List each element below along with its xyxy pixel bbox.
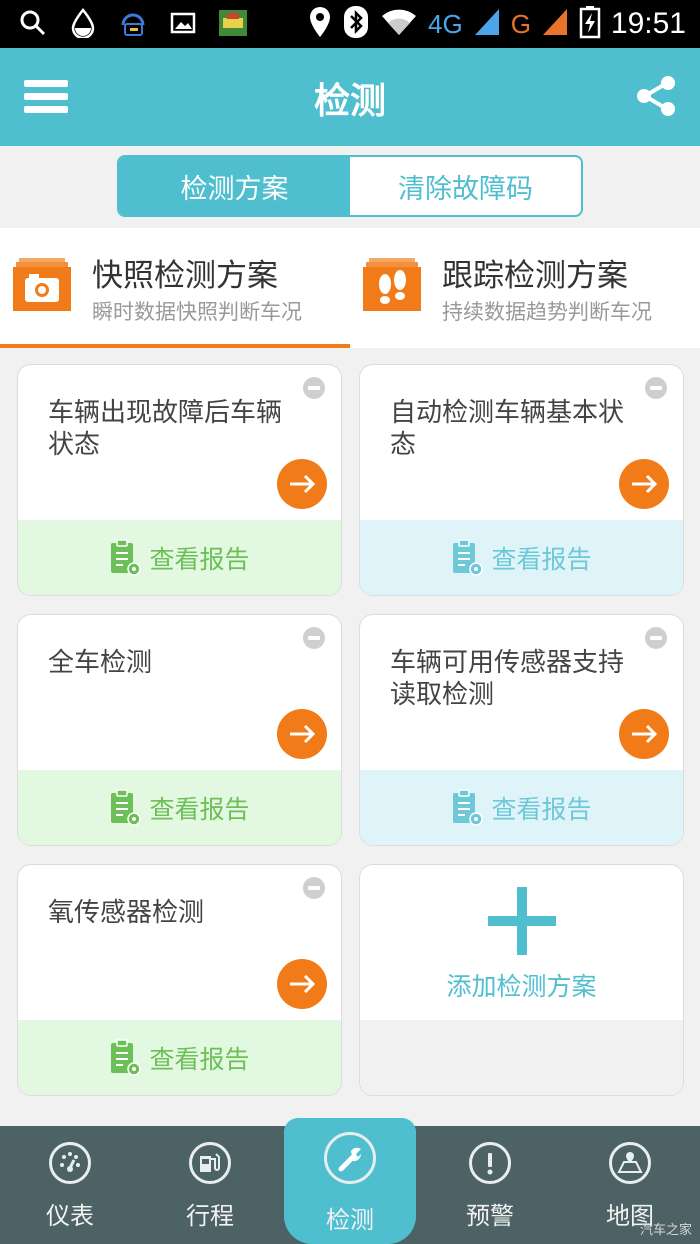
- detection-card[interactable]: 自动检测车辆基本状态 查看报告: [359, 364, 684, 596]
- headset-icon: [118, 8, 148, 38]
- view-report-button[interactable]: 查看报告: [18, 520, 341, 595]
- nav-item-detection[interactable]: 检测: [284, 1118, 416, 1244]
- report-icon: [111, 1038, 142, 1076]
- remove-icon[interactable]: [303, 877, 325, 899]
- search-icon: [18, 8, 48, 38]
- arrow-right-icon: [290, 474, 316, 494]
- start-detection-button[interactable]: [277, 459, 327, 509]
- nav-label: 预警: [466, 1202, 514, 1230]
- camera-icon: [13, 256, 71, 312]
- bottom-nav: 仪表 行程 检测 预警 地图 汽车之家: [0, 1118, 700, 1244]
- view-report-button[interactable]: 查看报告: [360, 770, 683, 845]
- add-plan-label: 添加检测方案: [446, 972, 597, 1001]
- add-card-footer: [360, 1020, 683, 1095]
- remove-icon[interactable]: [645, 377, 667, 399]
- report-icon: [111, 788, 142, 826]
- arrow-right-icon: [290, 974, 316, 994]
- game-app-icon: [218, 8, 248, 38]
- arrow-right-icon: [290, 724, 316, 744]
- plan-title: 快照检测方案: [92, 258, 278, 294]
- plan-subtitle: 持续数据趋势判断车况: [442, 300, 652, 324]
- alert-icon: [469, 1142, 511, 1184]
- detection-card[interactable]: 车辆出现故障后车辆状态 查看报告: [17, 364, 342, 596]
- view-report-label: 查看报告: [149, 544, 250, 574]
- bluetooth-icon: [342, 5, 370, 43]
- view-report-label: 查看报告: [149, 1044, 250, 1074]
- clock: 19:51: [610, 7, 686, 40]
- signal-g-icon: [541, 7, 569, 41]
- detection-card[interactable]: 氧传感器检测 查看报告: [17, 864, 342, 1096]
- report-icon: [111, 538, 142, 576]
- detection-card[interactable]: 全车检测 查看报告: [17, 614, 342, 846]
- segment-control: 检测方案 清除故障码: [117, 155, 583, 217]
- view-report-label: 查看报告: [491, 544, 592, 574]
- remove-icon[interactable]: [303, 627, 325, 649]
- image-icon: [168, 8, 198, 38]
- card-title: 全车检测: [48, 648, 153, 678]
- network-4g-label: 4G: [428, 8, 463, 39]
- view-report-label: 查看报告: [491, 794, 592, 824]
- nav-item-dashboard[interactable]: 仪表: [10, 1126, 130, 1244]
- start-detection-button[interactable]: [619, 459, 669, 509]
- add-plan-button[interactable]: 添加检测方案: [359, 864, 684, 1096]
- report-icon: [453, 788, 484, 826]
- card-title: 车辆可用传感器支持读取检测: [390, 648, 625, 710]
- status-bar: 4G G 19:51: [0, 0, 700, 48]
- wifi-icon: [380, 7, 418, 41]
- tab-tracking-plan[interactable]: 跟踪检测方案 持续数据趋势判断车况: [350, 228, 700, 348]
- tab-snapshot-plan[interactable]: 快照检测方案 瞬时数据快照判断车况: [0, 228, 350, 348]
- app-header: 检测: [0, 48, 700, 146]
- map-icon: [609, 1142, 651, 1184]
- view-report-button[interactable]: 查看报告: [360, 520, 683, 595]
- watermark: 汽车之家: [639, 1223, 692, 1238]
- view-report-button[interactable]: 查看报告: [18, 1020, 341, 1095]
- report-icon: [453, 538, 484, 576]
- arrow-right-icon: [632, 474, 658, 494]
- start-detection-button[interactable]: [277, 709, 327, 759]
- plan-subtitle: 瞬时数据快照判断车况: [92, 300, 302, 324]
- remove-icon[interactable]: [645, 627, 667, 649]
- tab-detection-plan[interactable]: 检测方案: [119, 157, 350, 215]
- start-detection-button[interactable]: [619, 709, 669, 759]
- card-title: 车辆出现故障后车辆状态: [48, 398, 283, 460]
- start-detection-button[interactable]: [277, 959, 327, 1009]
- nav-label: 仪表: [46, 1202, 94, 1230]
- plan-type-tabs: 快照检测方案 瞬时数据快照判断车况 跟踪检测方案 持续数据趋势判断车况: [0, 228, 700, 348]
- battery-icon: [579, 5, 601, 43]
- nav-item-trips[interactable]: 行程: [150, 1126, 270, 1244]
- nav-item-alerts[interactable]: 预警: [430, 1126, 550, 1244]
- nav-label: 检测: [326, 1206, 374, 1234]
- card-title: 氧传感器检测: [48, 898, 205, 928]
- network-g-label: G: [510, 8, 531, 39]
- card-title: 自动检测车辆基本状态: [390, 398, 625, 460]
- tab-clear-fault-codes[interactable]: 清除故障码: [350, 157, 581, 215]
- share-icon[interactable]: [634, 74, 678, 118]
- detection-card[interactable]: 车辆可用传感器支持读取检测 查看报告: [359, 614, 684, 846]
- fuel-icon: [189, 1142, 231, 1184]
- remove-icon[interactable]: [303, 377, 325, 399]
- drop-icon: [68, 8, 98, 38]
- nav-label: 行程: [186, 1202, 234, 1230]
- plus-icon: [488, 887, 556, 955]
- page-title: 检测: [313, 81, 386, 122]
- gauge-icon: [49, 1142, 91, 1184]
- view-report-label: 查看报告: [149, 794, 250, 824]
- location-icon: [308, 5, 332, 43]
- footprints-icon: [363, 256, 421, 312]
- plan-title: 跟踪检测方案: [442, 258, 628, 294]
- view-report-button[interactable]: 查看报告: [18, 770, 341, 845]
- signal-4g-icon: [473, 7, 501, 41]
- wrench-icon: [324, 1132, 376, 1184]
- arrow-right-icon: [632, 724, 658, 744]
